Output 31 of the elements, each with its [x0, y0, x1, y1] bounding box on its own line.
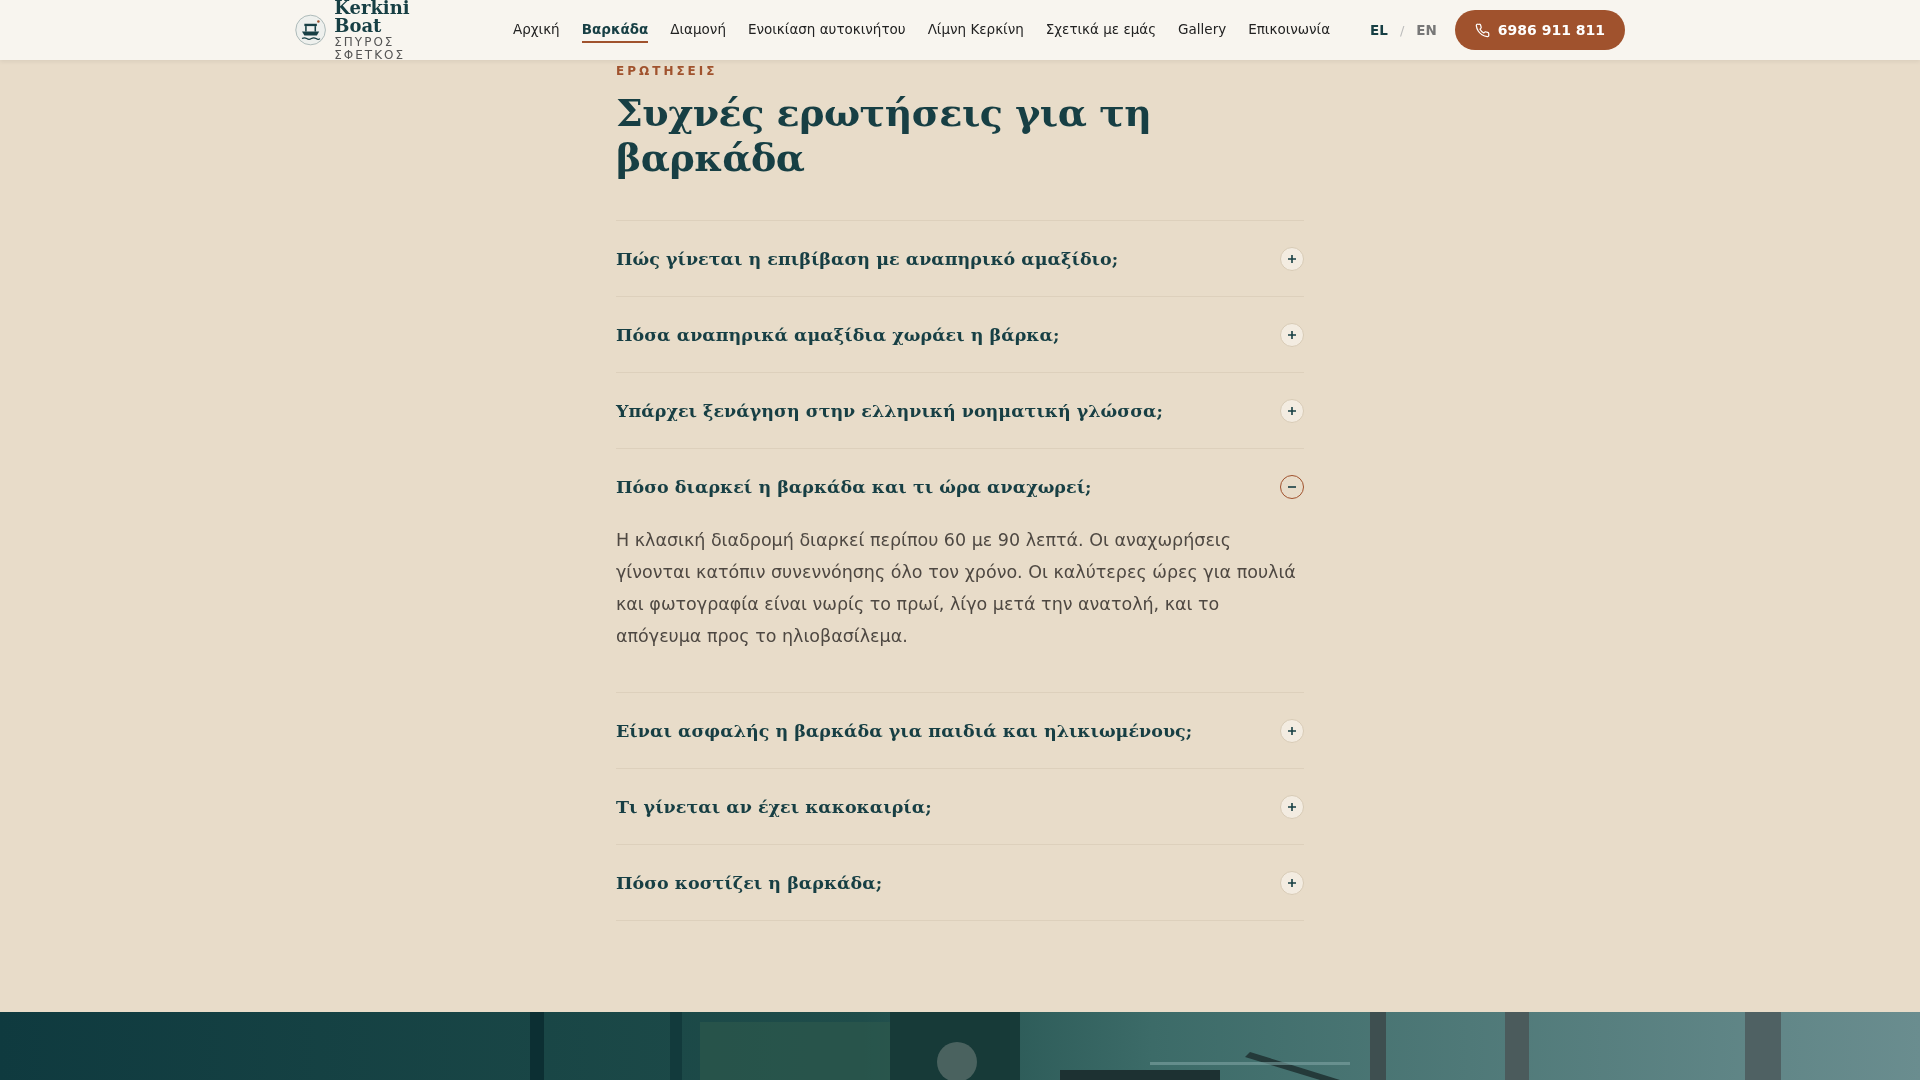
phone-icon — [1474, 22, 1490, 38]
faq-answer: Η κλασική διαδρομή διαρκεί περίπου 60 με 90 λεπτά. Οι αναχωρήσεις γίνονται κατόπιν συνεννόησης όλο τον χρόνο. Οι καλύτερες ώρες για πουλιά και φωτογραφία είναι νωρίς το πρωί, λίγο μετά την ανατολή, και το απόγευμα προς το ηλιοβασίλεμα. — [616, 529, 1297, 648]
plus-icon — [1287, 877, 1297, 888]
plus-icon — [1287, 725, 1297, 736]
faq-question[interactable]: Πόσα αναπηρικά αμαξίδια χωράει η βάρκα; — [616, 324, 1060, 345]
language-link[interactable]: EN — [1416, 22, 1437, 38]
plus-icon — [1287, 405, 1297, 416]
language-link[interactable]: EL — [1370, 22, 1388, 38]
brand-name[interactable]: Kerkini Boat — [334, 0, 441, 37]
section-title: Συχνές ερωτήσεις για τη βαρκάδα — [616, 90, 1153, 180]
brand-subtitle: ΣΠΥΡΟΣ ΣΦΕΤΚΟΣ — [334, 36, 407, 62]
language-separator: / — [1399, 22, 1405, 38]
faq-question[interactable]: Τι γίνεται αν έχει κακοκαιρία; — [616, 796, 932, 817]
nav-link[interactable]: Gallery — [1178, 17, 1227, 43]
plus-icon — [1287, 801, 1297, 812]
nav-link[interactable]: Σχετικά με εμάς — [1045, 17, 1157, 43]
nav-link[interactable]: Ενοικίαση αυτοκινήτου — [747, 17, 906, 43]
plus-icon — [1287, 329, 1297, 340]
nav-link[interactable]: Βαρκάδα — [581, 17, 649, 43]
plus-icon — [1287, 253, 1297, 264]
nav-link[interactable]: Διαμονή — [670, 17, 726, 43]
nav-link[interactable]: Αρχική — [512, 17, 560, 43]
nav-link[interactable]: Επικοινωνία — [1248, 17, 1331, 43]
section-eyebrow: ΕΡΩΤΗΣΕΙΣ — [616, 64, 718, 78]
faq-question[interactable]: Πόσο διαρκεί η βαρκάδα και τι ώρα αναχωρεί; — [616, 476, 1092, 497]
phone-button[interactable]: 6986 911 811 — [1454, 10, 1625, 50]
faq-question[interactable]: Πώς γίνεται η επιβίβαση με αναπηρικό αμαξίδιο; — [616, 248, 1119, 269]
nav-link[interactable]: Λίμνη Κερκίνη — [927, 17, 1024, 43]
faq-question[interactable]: Πόσο κοστίζει η βαρκάδα; — [616, 872, 883, 893]
faq-question[interactable]: Είναι ασφαλής η βαρκάδα για παιδιά και ηλικιωμένους; — [616, 720, 1193, 741]
faq-question[interactable]: Υπάρχει ξενάγηση στην ελληνική νοηματική γλώσσα; — [616, 400, 1163, 421]
